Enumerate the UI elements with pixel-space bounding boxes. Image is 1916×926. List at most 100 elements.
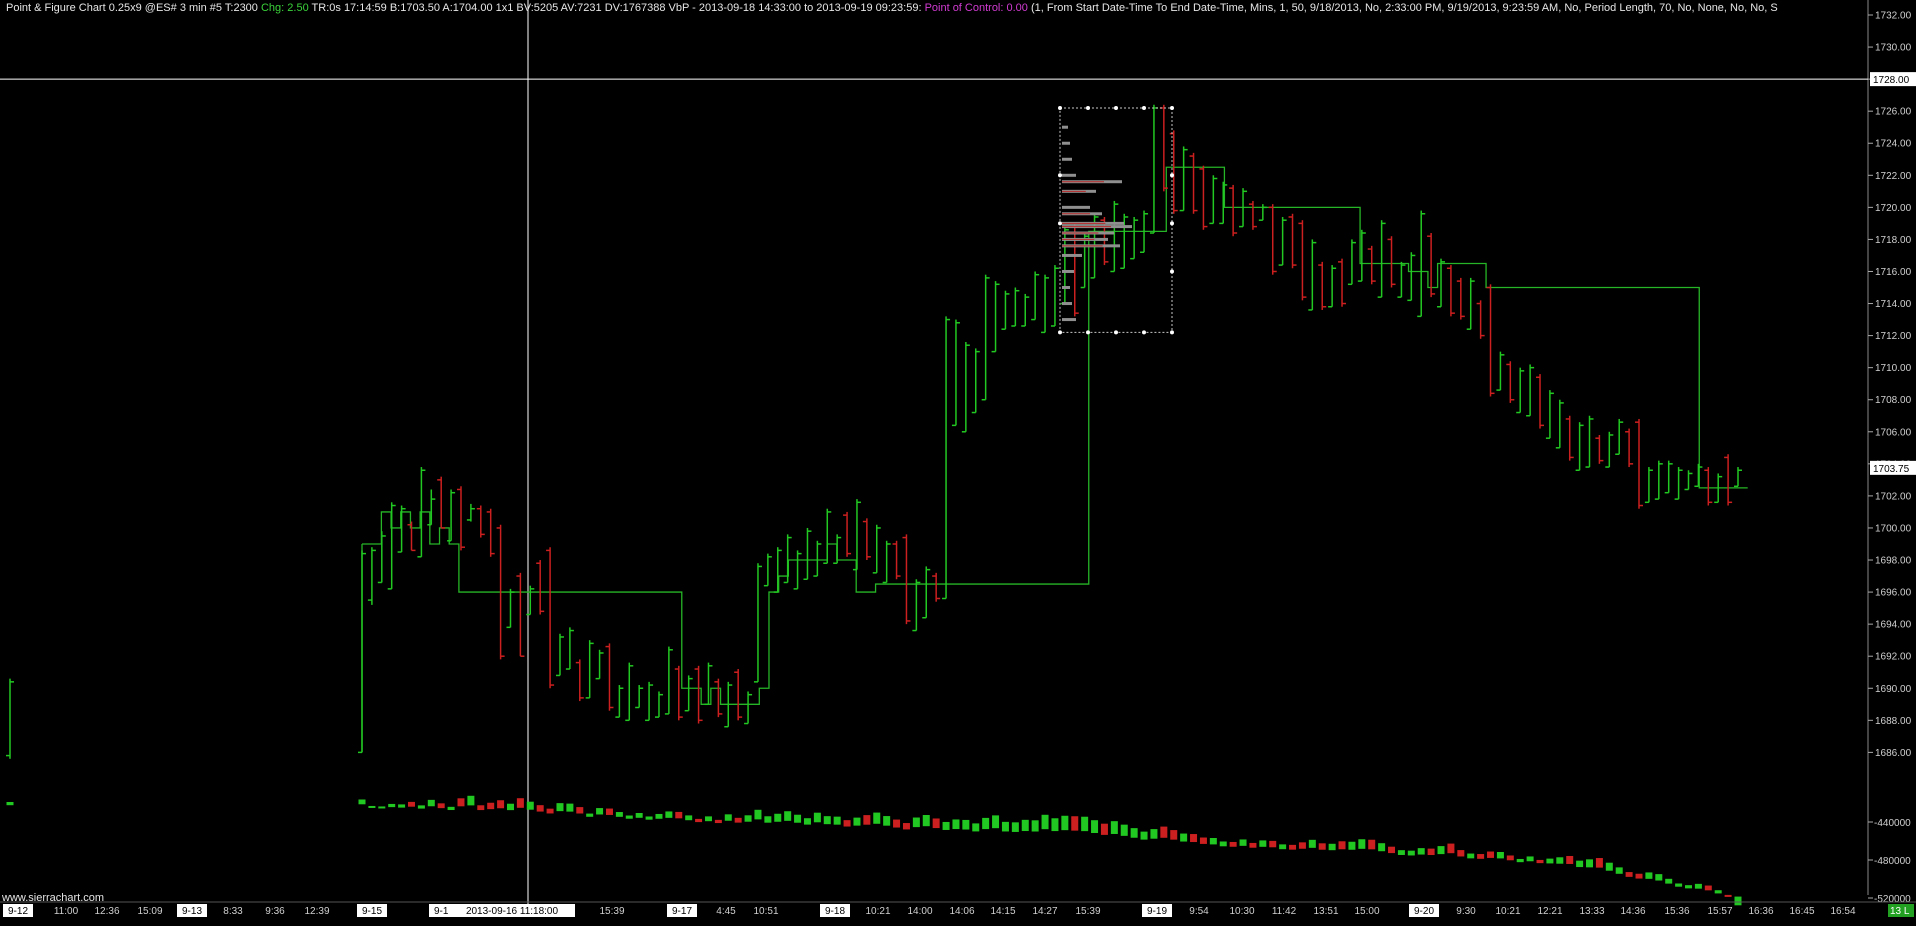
volume-bar [605,808,613,815]
price-axis-label: 1722.00 [1875,171,1912,182]
volume-bar [615,812,623,817]
selection-handle[interactable] [1170,221,1174,226]
price-bar [456,486,465,551]
price-bar [942,316,951,600]
volume-bar [497,800,505,809]
price-bar [387,502,396,590]
price-bar [1595,434,1604,464]
time-axis-label: 12:36 [94,906,119,917]
price-axis-label: 1726.00 [1875,107,1912,118]
volume-profile-level [1062,286,1070,290]
price-bar [1664,460,1673,494]
volume-bar [1625,872,1633,877]
selection-handle[interactable] [1058,173,1062,178]
selection-handle[interactable] [1142,330,1146,335]
time-axis-label: 14:00 [907,906,932,917]
volume-bar [873,812,881,824]
price-bar [1011,287,1020,327]
volume-bar [1447,843,1455,854]
time-axis-label: 9:36 [265,906,285,917]
volume-bar [1437,846,1445,855]
price-bar [1486,284,1495,397]
price-bar [1367,245,1376,285]
volume-profile-box[interactable] [1059,107,1173,333]
selection-handle[interactable] [1058,105,1062,110]
selection-handle[interactable] [1086,330,1090,335]
price-axis-label: 1694.00 [1875,620,1912,631]
chart-canvas[interactable]: 1732.00 1730.00 1728.00 1726.00 1724.00 1722.… [0,0,1916,926]
volume-profile-level [1062,269,1074,273]
selection-handle[interactable] [1170,173,1174,178]
volume-bar [1556,857,1564,864]
price-bar [882,540,891,584]
selection-handle[interactable] [1114,105,1118,110]
selection-handle[interactable] [1114,330,1118,335]
time-axis-label: 15:00 [1354,906,1379,917]
volume-bar [1130,828,1138,838]
selection-handle[interactable] [1170,330,1174,335]
price-bar [645,681,654,722]
time-axis-label: 14:15 [990,906,1015,917]
price-bar [971,348,980,414]
price-bar [1615,418,1624,455]
volume-bar [1417,848,1425,855]
price-bar [1328,265,1337,308]
price-bar [753,563,762,683]
volume-bar [1120,824,1128,836]
price-axis-label: 1730.00 [1875,43,1912,54]
price-bar [1199,165,1208,230]
price-bar [763,553,772,587]
volume-bar [1536,859,1544,864]
volume-bar [1091,820,1099,834]
volume-bar [477,805,485,811]
selection-handle[interactable] [1086,105,1090,110]
volume-bar [358,799,366,805]
time-axis-label: 15:09 [137,906,162,917]
chart-title: Point & Figure Chart 0.25x9 @ES# [6,2,177,14]
volume-profile-level [1062,141,1070,145]
price-bar [407,521,416,552]
volume-bar [843,820,851,827]
price-bar [377,531,386,584]
volume-bar [734,817,742,823]
volume-bar [407,801,415,807]
time-axis-label: 2013-09-16 11:18:00 [466,906,559,917]
volume-bar [1368,839,1376,850]
volume-bar [447,806,455,811]
volume-bar [1388,846,1396,854]
volume-bar [1259,840,1267,847]
volume-bar [1031,820,1039,832]
price-bar [536,560,545,615]
volume-bar [1279,844,1287,850]
price-bar [991,281,1000,353]
study-params: (1, From Start Date-Time To End Date-Tim… [1030,2,1778,14]
price-bar [1506,361,1515,403]
volume-bar [1160,826,1168,838]
price-bar [833,534,842,564]
volume-bar [1338,841,1346,850]
volume-profile-level [1062,157,1072,161]
price-bar [1149,104,1158,234]
price-bar [1694,463,1703,488]
selection-handle[interactable] [1170,269,1174,274]
price-bar [1446,265,1455,317]
time-axis-label: 12:21 [1537,906,1562,917]
volume-bar [1328,843,1336,851]
price-bar [1417,210,1426,318]
price-bar [427,489,436,526]
selection-handle[interactable] [1058,330,1062,335]
price-bar [1536,374,1545,429]
selection-handle[interactable] [1142,105,1146,110]
selection-handle[interactable] [1170,105,1174,110]
selection-handle[interactable] [1058,221,1062,226]
price-axis-label: 1698.00 [1875,556,1912,567]
volume-bar [487,802,495,810]
volume-bar [1704,885,1712,891]
volume-bar [952,819,960,830]
price-bar [635,685,644,709]
volume-bar [1140,831,1148,840]
price-bar [1585,415,1594,468]
price-bar [1526,364,1535,417]
volume-bar [586,813,594,817]
volume-bar [833,816,841,825]
